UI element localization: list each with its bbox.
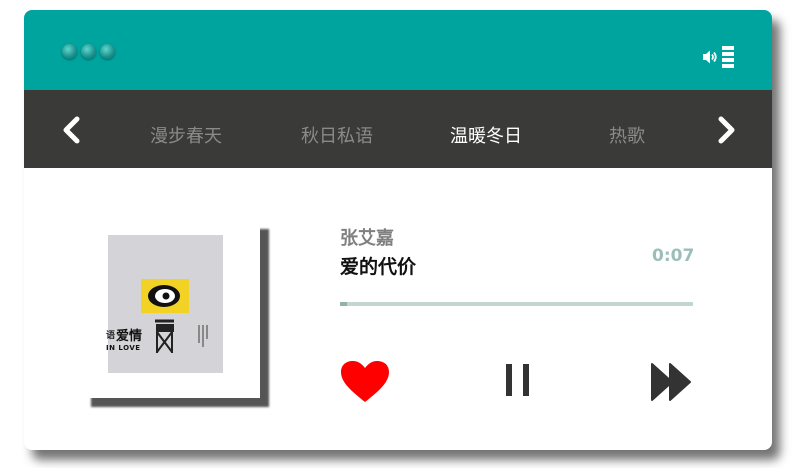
elapsed-time: 0:07 xyxy=(652,246,695,266)
window-dot-button[interactable] xyxy=(81,44,96,59)
playlist-nav: 漫步春天 秋日私语 温暖冬日 热歌 xyxy=(24,90,772,168)
album-cover: 语 爱情 IN LOVE xyxy=(82,220,260,398)
window-controls xyxy=(62,44,115,59)
title-bar xyxy=(24,10,772,90)
music-player: 漫步春天 秋日私语 温暖冬日 热歌 语 爱情 IN LOVE 张艾嘉 爱的代价 … xyxy=(24,10,772,450)
album-text-main: 爱情 xyxy=(116,329,143,344)
window-dot-button[interactable] xyxy=(100,44,115,59)
tab-playlist[interactable]: 热歌 xyxy=(609,122,645,148)
chevron-right-icon[interactable] xyxy=(712,116,740,144)
pause-icon[interactable] xyxy=(504,362,532,398)
album-text-prefix: 语 xyxy=(106,331,116,341)
volume-bars-icon xyxy=(722,46,734,68)
volume-control[interactable] xyxy=(702,46,734,68)
album-text-en: IN LOVE xyxy=(106,344,141,352)
fast-forward-icon[interactable] xyxy=(650,362,692,402)
song-title: 爱的代价 xyxy=(340,256,417,278)
tab-playlist-active[interactable]: 温暖冬日 xyxy=(450,122,522,148)
album-art-image xyxy=(108,235,223,373)
window-dot-button[interactable] xyxy=(62,44,77,59)
artist-name: 张艾嘉 xyxy=(340,228,394,249)
tab-playlist[interactable]: 漫步春天 xyxy=(150,122,222,148)
chevron-left-icon[interactable] xyxy=(58,116,86,144)
tab-playlist[interactable]: 秋日私语 xyxy=(301,122,373,148)
progress-bar[interactable] xyxy=(340,302,693,306)
heart-icon[interactable] xyxy=(340,360,390,404)
progress-fill xyxy=(340,302,347,306)
speaker-icon xyxy=(703,50,717,64)
